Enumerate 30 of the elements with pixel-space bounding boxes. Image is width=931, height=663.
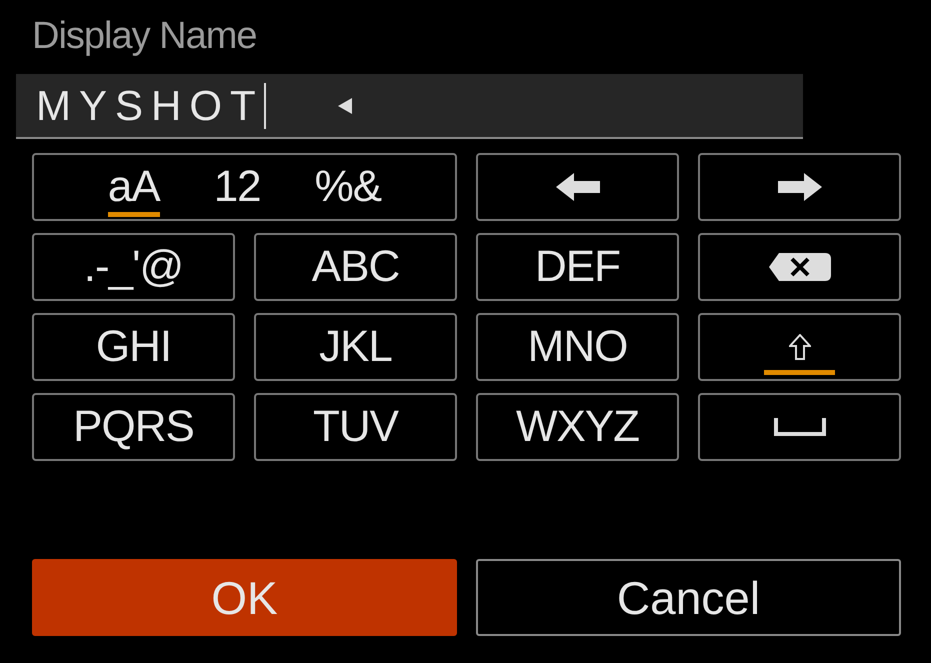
cancel-button[interactable]: Cancel bbox=[476, 559, 901, 636]
mode-key[interactable]: aA 12 %& bbox=[32, 153, 457, 221]
field-label: Display Name bbox=[32, 14, 258, 58]
key[interactable]: MNO bbox=[476, 313, 679, 381]
shift-key[interactable] bbox=[698, 313, 901, 381]
field-value: MYSHOT bbox=[36, 82, 264, 130]
backspace-icon bbox=[768, 253, 830, 281]
text-cursor bbox=[264, 82, 266, 128]
text-field[interactable]: MYSHOT bbox=[16, 74, 803, 139]
key[interactable]: JKL bbox=[254, 313, 457, 381]
mode-option[interactable]: aA bbox=[108, 164, 160, 216]
left-key[interactable] bbox=[476, 153, 679, 221]
shift-icon bbox=[788, 334, 810, 360]
ok-button[interactable]: OK bbox=[32, 559, 457, 636]
key[interactable]: WXYZ bbox=[476, 393, 679, 461]
mode-option[interactable]: %& bbox=[314, 164, 382, 216]
key[interactable]: PQRS bbox=[32, 393, 235, 461]
key[interactable]: GHI bbox=[32, 313, 235, 381]
key[interactable]: ABC bbox=[254, 233, 457, 301]
triangle-icon bbox=[338, 98, 352, 114]
right-key[interactable] bbox=[698, 153, 901, 221]
backspace-key[interactable] bbox=[698, 233, 901, 301]
key[interactable]: TUV bbox=[254, 393, 457, 461]
key[interactable]: .-_'@ bbox=[32, 233, 235, 301]
space-key[interactable] bbox=[698, 393, 901, 461]
mode-option[interactable]: 12 bbox=[214, 164, 261, 216]
key[interactable]: DEF bbox=[476, 233, 679, 301]
space-icon bbox=[774, 418, 826, 436]
left-arrow-icon bbox=[556, 173, 600, 201]
right-arrow-icon bbox=[778, 173, 822, 201]
